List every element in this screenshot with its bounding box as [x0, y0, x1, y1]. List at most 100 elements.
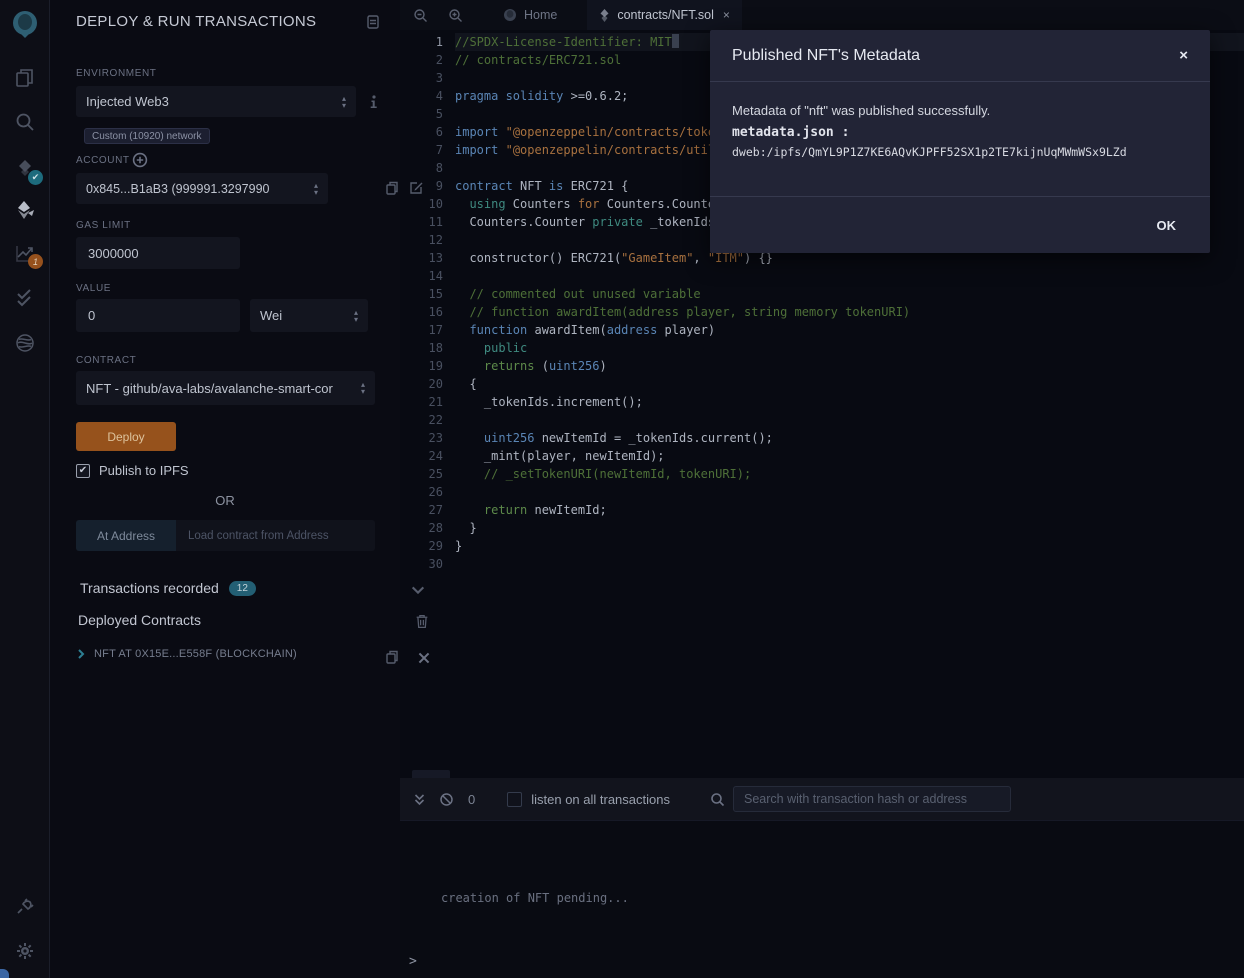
gas-limit-input[interactable]	[76, 237, 240, 269]
network-badge: Custom (10920) network	[84, 128, 210, 144]
contract-label: CONTRACT	[76, 355, 136, 366]
code-line[interactable]: 25 // _setTokenURI(newItemId, tokenURI);	[400, 465, 1244, 483]
select-caret-icon: ▴▾	[354, 309, 358, 323]
terminal-search-input[interactable]	[733, 786, 1011, 812]
statistics-count-badge: 1	[28, 254, 43, 269]
sign-message-icon[interactable]	[408, 180, 424, 196]
tab-bar: Home contracts/NFT.sol ×	[400, 0, 1244, 30]
panel-title: DEPLOY & RUN TRANSACTIONS	[76, 13, 316, 30]
chevron-right-icon[interactable]	[76, 649, 86, 659]
debugger-icon[interactable]	[14, 332, 36, 354]
code-line[interactable]: 22	[400, 411, 1244, 429]
code-line[interactable]: 28 }	[400, 519, 1244, 537]
account-select[interactable]: 0x845...B1aB3 (999991.3297990 ▴▾	[76, 173, 328, 204]
select-caret-icon: ▴▾	[361, 381, 365, 395]
terminal-toolbar: 0 listen on all transactions	[400, 778, 1244, 820]
trash-icon[interactable]	[414, 613, 428, 628]
code-line[interactable]: 15 // commented out unused variable	[400, 285, 1244, 303]
editor-cursor	[672, 34, 679, 48]
tab-close-icon[interactable]: ×	[723, 8, 730, 22]
remove-contract-icon[interactable]	[416, 650, 432, 666]
code-line[interactable]: 21 _tokenIds.increment();	[400, 393, 1244, 411]
chevron-down-icon[interactable]	[410, 582, 422, 594]
code-line[interactable]: 23 uint256 newItemId = _tokenIds.current…	[400, 429, 1244, 447]
zoom-in-icon[interactable]	[448, 8, 463, 23]
listen-transactions-label: listen on all transactions	[531, 792, 670, 807]
modal-ipfs-url: dweb:/ipfs/QmYL9P1Z7KE6AQvKJPFF52SX1p2TE…	[732, 145, 1188, 159]
terminal-resize-handle[interactable]	[412, 770, 450, 778]
code-line[interactable]: 24 _mint(player, newItemId);	[400, 447, 1244, 465]
terminal-log-line: creation of NFT pending...	[441, 891, 629, 905]
transactions-count-badge: 12	[229, 581, 256, 596]
compile-success-badge: ✔	[28, 170, 43, 185]
contract-select[interactable]: NFT - github/ava-labs/avalanche-smart-co…	[76, 371, 375, 405]
tab-home[interactable]: Home	[491, 0, 569, 30]
pending-tx-count: 0	[468, 792, 475, 807]
listen-transactions-checkbox[interactable]	[507, 792, 522, 807]
clear-console-icon[interactable]	[439, 792, 454, 807]
tab-nft-sol[interactable]: contracts/NFT.sol ×	[587, 0, 742, 30]
modal-filename: metadata.json :	[732, 125, 1188, 140]
copy-contract-icon[interactable]	[384, 649, 400, 665]
remix-app: ✔ 1 DEPLOY & RUN TRANSACTIONS ENVIRONMEN…	[0, 0, 1244, 978]
value-label: VALUE	[76, 283, 111, 294]
settings-gear-icon[interactable]	[14, 940, 36, 962]
ok-button[interactable]: OK	[1157, 218, 1177, 233]
account-label: ACCOUNT	[76, 155, 130, 166]
modal-header: Published NFT's Metadata ×	[710, 30, 1210, 82]
select-caret-icon: ▴▾	[342, 95, 346, 109]
solidity-file-icon	[599, 9, 610, 22]
code-line[interactable]: 17 function awardItem(address player)	[400, 321, 1244, 339]
statistics-icon[interactable]: 1	[14, 242, 36, 264]
copy-account-icon[interactable]	[384, 180, 400, 196]
code-line[interactable]: 26	[400, 483, 1244, 501]
solidity-compiler-icon[interactable]: ✔	[14, 158, 36, 180]
code-line[interactable]: 20 {	[400, 375, 1244, 393]
file-explorer-icon[interactable]	[14, 67, 36, 89]
code-line[interactable]: 30	[400, 555, 1244, 573]
transactions-recorded-label: Transactions recorded	[80, 580, 219, 596]
publish-ipfs-label: Publish to IPFS	[99, 463, 189, 478]
remix-logo-icon[interactable]	[8, 8, 42, 42]
code-line[interactable]: 19 returns (uint256)	[400, 357, 1244, 375]
modal-title: Published NFT's Metadata	[732, 47, 920, 65]
documentation-icon[interactable]	[365, 14, 381, 30]
code-line[interactable]: 27 return newItemId;	[400, 501, 1244, 519]
publish-ipfs-row: ✔ Publish to IPFS	[76, 463, 189, 478]
code-line[interactable]: 14	[400, 267, 1244, 285]
deployed-contract-item[interactable]: NFT AT 0X15E...E558F (BLOCKCHAIN)	[76, 648, 376, 660]
deploy-run-panel: DEPLOY & RUN TRANSACTIONS ENVIRONMENT In…	[50, 0, 400, 978]
code-line[interactable]: 18 public	[400, 339, 1244, 357]
environment-label: ENVIRONMENT	[76, 68, 157, 79]
transactions-recorded-row[interactable]: Transactions recorded 12	[80, 580, 256, 596]
or-separator: OR	[50, 493, 400, 508]
zoom-out-icon[interactable]	[413, 8, 428, 23]
home-tab-icon	[503, 8, 517, 22]
at-address-button[interactable]: At Address	[76, 520, 176, 551]
modal-close-icon[interactable]: ×	[1179, 47, 1188, 64]
value-input[interactable]	[76, 299, 240, 332]
deploy-button[interactable]: Deploy	[76, 422, 176, 451]
terminal-search-icon	[710, 792, 725, 807]
add-account-icon[interactable]	[132, 152, 146, 166]
gas-limit-label: GAS LIMIT	[76, 220, 131, 231]
environment-info-icon[interactable]	[366, 94, 382, 110]
select-caret-icon: ▴▾	[314, 182, 318, 196]
modal-footer: OK	[710, 196, 1210, 253]
unit-testing-icon[interactable]	[14, 286, 36, 308]
search-icon[interactable]	[14, 111, 36, 133]
value-unit-select[interactable]: Wei ▴▾	[250, 299, 368, 332]
code-line[interactable]: 29}	[400, 537, 1244, 555]
environment-select[interactable]: Injected Web3 ▴▾	[76, 86, 356, 117]
at-address-input[interactable]	[176, 520, 375, 551]
terminal-output[interactable]: creation of NFT pending... >	[400, 820, 1244, 978]
published-metadata-modal: Published NFT's Metadata × Metadata of "…	[710, 30, 1210, 253]
deployed-contract-label: NFT AT 0X15E...E558F (BLOCKCHAIN)	[94, 648, 297, 660]
modal-body: Metadata of "nft" was published successf…	[710, 82, 1210, 196]
terminal-collapse-icon[interactable]	[412, 792, 427, 807]
code-line[interactable]: 16 // function awardItem(address player,…	[400, 303, 1244, 321]
plugin-manager-icon[interactable]	[14, 896, 36, 918]
icon-rail: ✔ 1	[0, 0, 50, 978]
deploy-run-icon[interactable]	[14, 199, 36, 221]
publish-ipfs-checkbox[interactable]: ✔	[76, 464, 90, 478]
